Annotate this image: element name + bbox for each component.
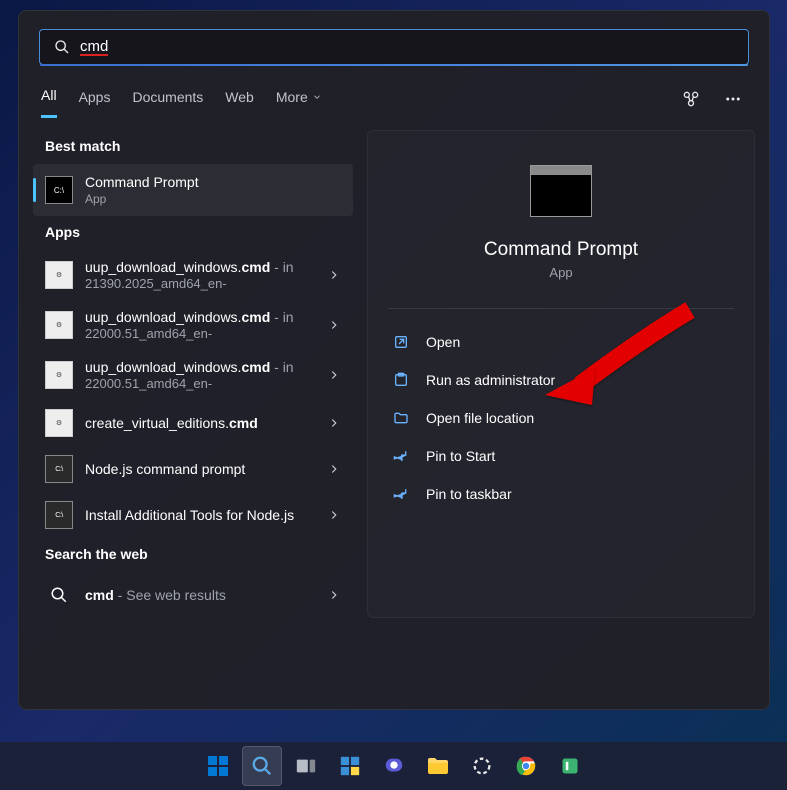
search-icon xyxy=(54,39,70,55)
explorer-button[interactable] xyxy=(418,746,458,786)
file-icon: ⚙ xyxy=(45,261,73,289)
search-button[interactable] xyxy=(242,746,282,786)
chat-button[interactable] xyxy=(374,746,414,786)
app-result-item[interactable]: C:\ Install Additional Tools for Node.js xyxy=(33,492,353,538)
app-result-item[interactable]: C:\ Node.js command prompt xyxy=(33,446,353,492)
folder-icon xyxy=(426,754,450,778)
tab-apps[interactable]: Apps xyxy=(79,79,111,118)
folder-icon xyxy=(392,409,410,427)
app-sub: 22000.51_amd64_en- xyxy=(85,326,319,341)
taskview-icon xyxy=(295,755,317,777)
app-sub: 21390.2025_amd64_en- xyxy=(85,276,319,291)
app-result-item[interactable]: ⚙ uup_download_windows.cmd - in 22000.51… xyxy=(33,350,353,400)
start-button[interactable] xyxy=(198,746,238,786)
detail-panel: Command Prompt App Open Run as administr… xyxy=(367,130,755,618)
app-title: uup_download_windows.cmd - in xyxy=(85,259,319,275)
app-title: Install Additional Tools for Node.js xyxy=(85,507,319,523)
file-icon: ⚙ xyxy=(45,311,73,339)
section-search-web: Search the web xyxy=(33,538,353,572)
web-result-item[interactable]: cmd - See web results xyxy=(33,572,353,618)
tab-more[interactable]: More xyxy=(276,79,322,118)
chat-icon xyxy=(383,755,405,777)
chrome-button[interactable] xyxy=(506,746,546,786)
taskbar xyxy=(0,742,787,790)
detail-title: Command Prompt xyxy=(484,239,638,261)
section-apps: Apps xyxy=(33,216,353,250)
tab-all[interactable]: All xyxy=(41,79,57,118)
network-status-button[interactable] xyxy=(677,85,705,113)
pin-to-taskbar-button[interactable]: Pin to taskbar xyxy=(378,475,744,513)
pin-icon xyxy=(392,485,410,503)
best-match-item[interactable]: C:\ Command Prompt App xyxy=(33,164,353,216)
results-column: Best match C:\ Command Prompt App Apps ⚙… xyxy=(33,130,353,618)
windows-icon xyxy=(206,754,230,778)
best-match-title: Command Prompt xyxy=(85,174,341,190)
app-title: Node.js command prompt xyxy=(85,461,319,477)
app-result-item[interactable]: ⚙ create_virtual_editions.cmd xyxy=(33,400,353,446)
tab-actions xyxy=(677,85,747,113)
app-title: uup_download_windows.cmd - in xyxy=(85,309,319,325)
best-match-sub: App xyxy=(85,192,341,206)
chrome-icon xyxy=(515,755,537,777)
task-view-button[interactable] xyxy=(286,746,326,786)
app-button[interactable] xyxy=(462,746,502,786)
widgets-icon xyxy=(339,755,361,777)
chevron-right-icon xyxy=(327,508,341,522)
file-icon: ⚙ xyxy=(45,361,73,389)
chevron-right-icon xyxy=(327,462,341,476)
chevron-right-icon xyxy=(327,318,341,332)
app-icon xyxy=(560,756,580,776)
open-file-location-button[interactable]: Open file location xyxy=(378,399,744,437)
chevron-right-icon xyxy=(327,268,341,282)
app-title: create_virtual_editions.cmd xyxy=(85,415,319,431)
network-icon xyxy=(681,89,701,109)
more-options-button[interactable] xyxy=(719,85,747,113)
chevron-right-icon xyxy=(327,588,341,602)
pin-to-start-button[interactable]: Pin to Start xyxy=(378,437,744,475)
main-content: Best match C:\ Command Prompt App Apps ⚙… xyxy=(19,118,769,632)
dots-icon xyxy=(724,90,742,108)
app-title: uup_download_windows.cmd - in xyxy=(85,359,319,375)
search-icon xyxy=(251,755,273,777)
section-best-match: Best match xyxy=(33,130,353,164)
cmd-large-icon xyxy=(530,165,592,217)
chevron-right-icon xyxy=(327,416,341,430)
open-icon xyxy=(392,333,410,351)
app-result-item[interactable]: ⚙ uup_download_windows.cmd - in 22000.51… xyxy=(33,300,353,350)
search-panel: cmd All Apps Documents Web More Best mat… xyxy=(18,10,770,710)
detail-sub: App xyxy=(549,265,572,280)
tabs-row: All Apps Documents Web More xyxy=(19,75,769,118)
file-icon: ⚙ xyxy=(45,409,73,437)
open-button[interactable]: Open xyxy=(378,323,744,361)
node-icon: C:\ xyxy=(45,501,73,529)
run-as-admin-button[interactable]: Run as administrator xyxy=(378,361,744,399)
widgets-button[interactable] xyxy=(330,746,370,786)
action-list: Open Run as administrator Open file loca… xyxy=(368,309,754,527)
app-result-item[interactable]: ⚙ uup_download_windows.cmd - in 21390.20… xyxy=(33,250,353,300)
pin-icon xyxy=(392,447,410,465)
cmd-icon: C:\ xyxy=(45,176,73,204)
app-button[interactable] xyxy=(550,746,590,786)
circle-icon xyxy=(471,755,493,777)
tab-documents[interactable]: Documents xyxy=(132,79,203,118)
detail-hero: Command Prompt App xyxy=(368,165,754,308)
chevron-right-icon xyxy=(327,368,341,382)
node-icon: C:\ xyxy=(45,455,73,483)
search-bar[interactable]: cmd xyxy=(39,29,749,65)
search-icon xyxy=(45,581,73,609)
shield-icon xyxy=(392,371,410,389)
search-bar-container: cmd xyxy=(19,11,769,75)
tab-web[interactable]: Web xyxy=(225,79,254,118)
web-result-text: cmd - See web results xyxy=(85,587,319,603)
tabs: All Apps Documents Web More xyxy=(41,79,677,118)
search-input[interactable]: cmd xyxy=(80,38,734,56)
app-sub: 22000.51_amd64_en- xyxy=(85,376,319,391)
chevron-down-icon xyxy=(312,92,322,102)
